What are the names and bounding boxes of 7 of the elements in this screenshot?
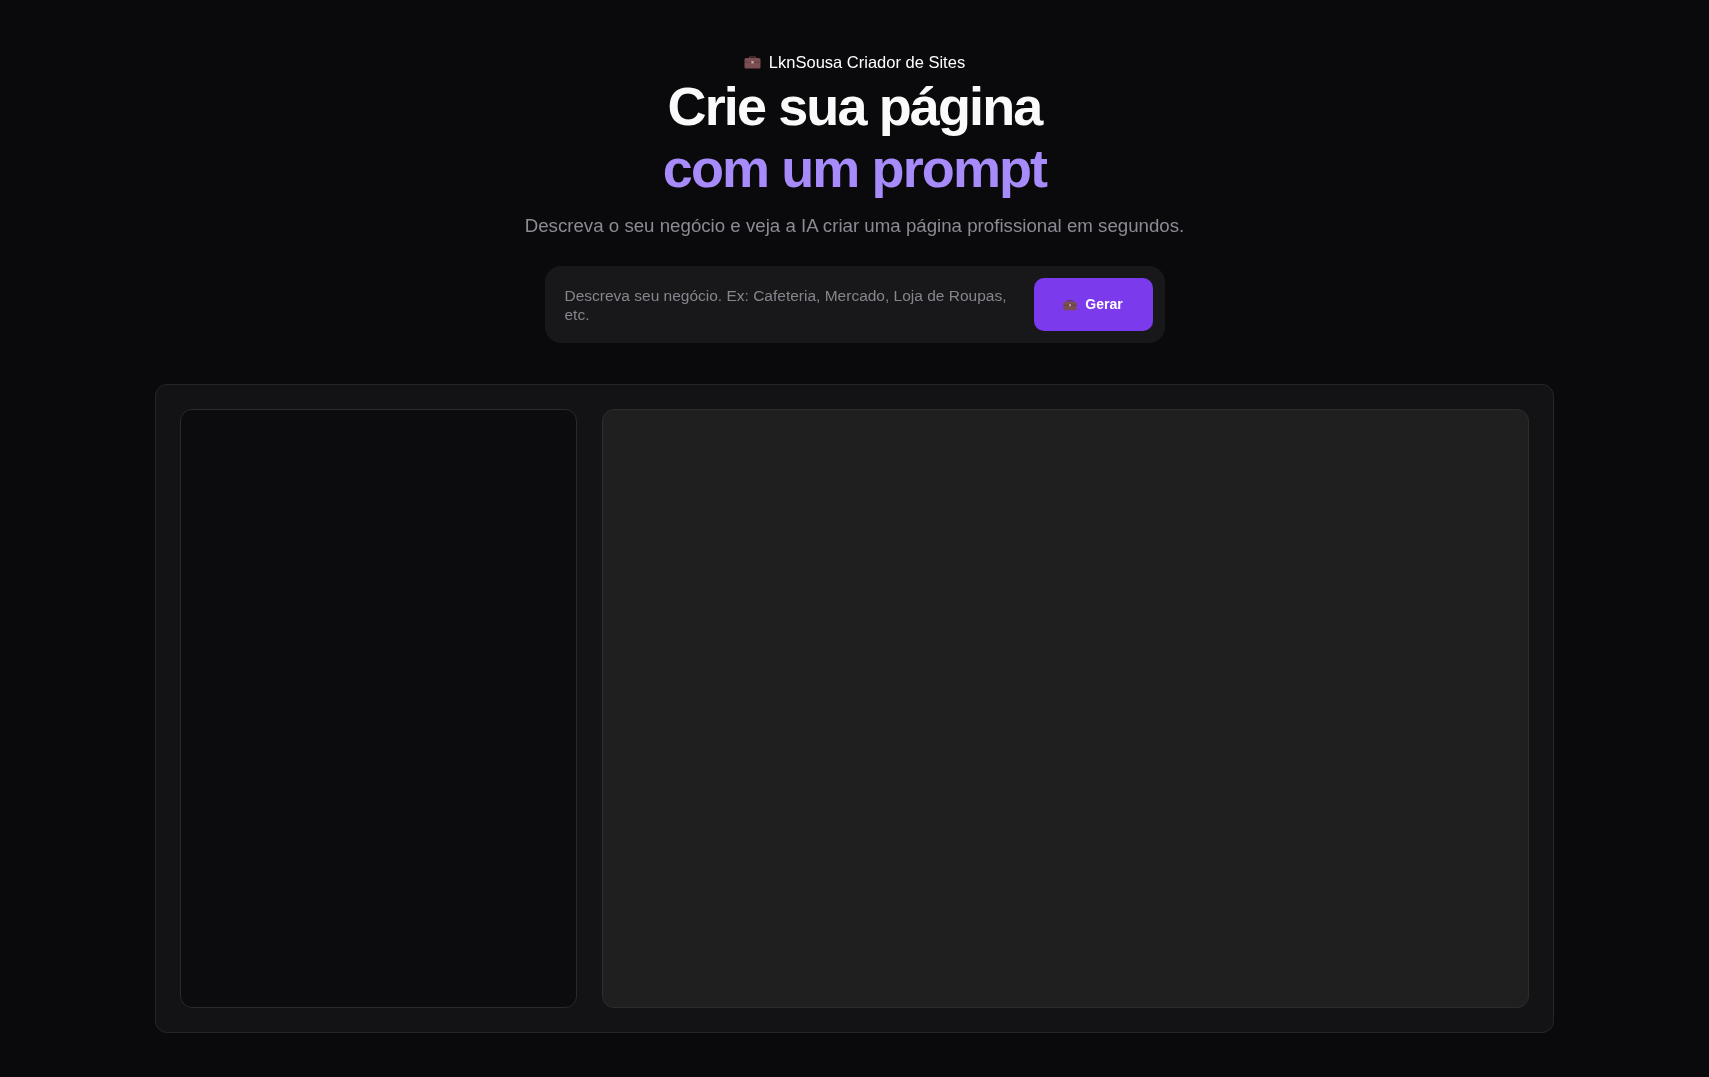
brand-title: LknSousa Criador de Sites [768, 52, 966, 72]
briefcase-icon [1063, 298, 1078, 311]
subtitle: Descreva o seu negócio e veja a IA criar uma página profissional em segundos. [524, 214, 1185, 238]
prompt-field[interactable]: Descreva seu negócio. Ex: Cafeteria, Mercado, Loja de Roupas, etc. [544, 266, 1034, 343]
generate-button[interactable]: Gerar [1033, 278, 1153, 331]
page-heading: Crie sua página com um prompt [662, 75, 1047, 199]
briefcase-icon [743, 55, 761, 69]
